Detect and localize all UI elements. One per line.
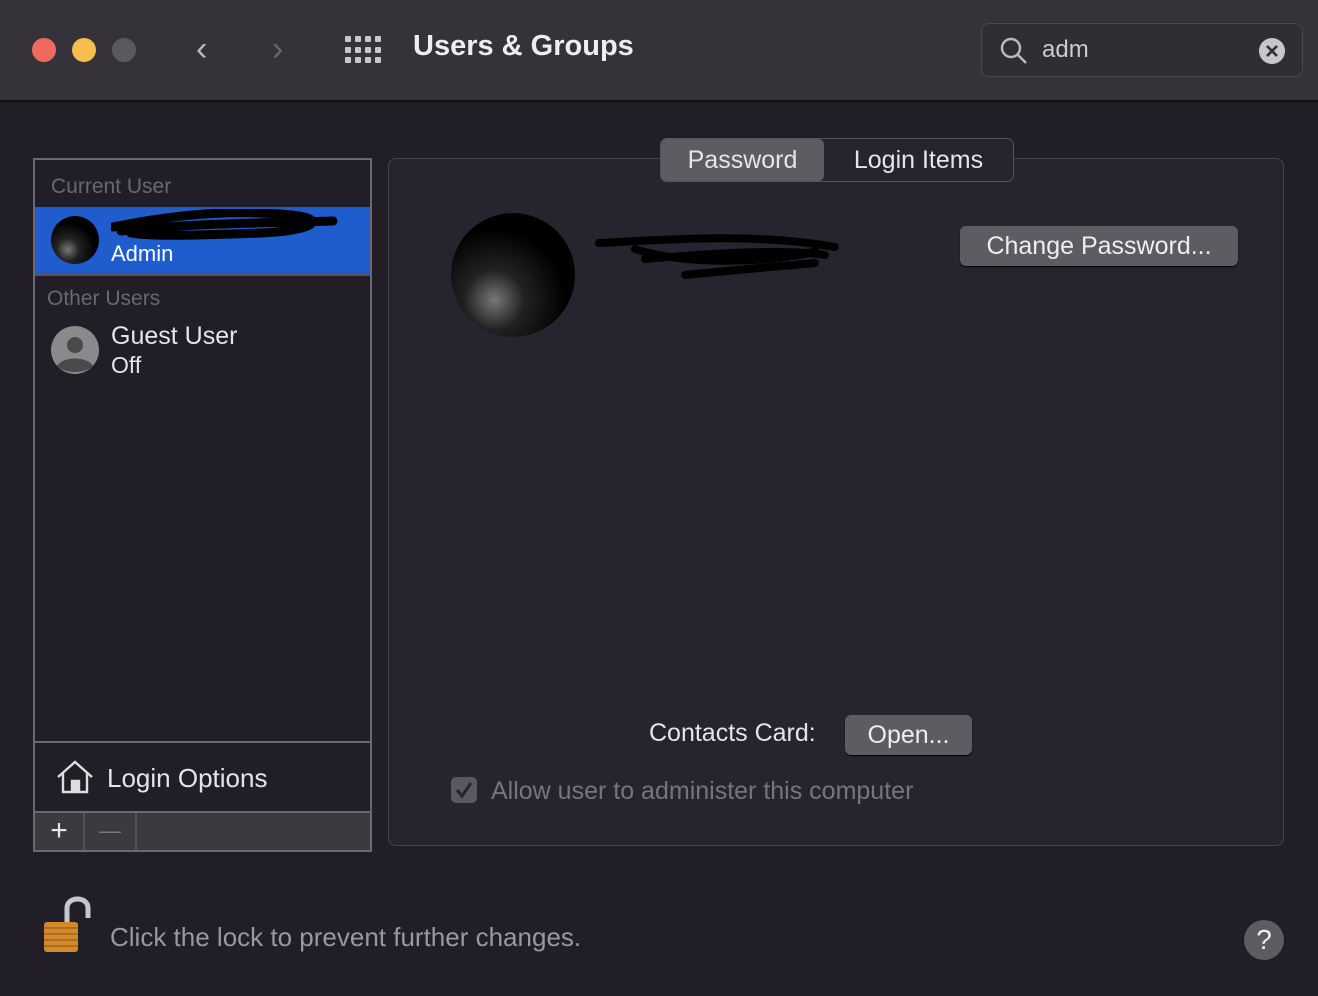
- back-icon[interactable]: ‹: [196, 30, 207, 69]
- zoom-button[interactable]: [112, 38, 136, 62]
- guest-status: Off: [111, 352, 142, 378]
- users-list: Current User Admin Other Users Guest Use…: [33, 158, 372, 852]
- search-field[interactable]: [981, 23, 1303, 77]
- list-toolbar: + —: [35, 811, 370, 850]
- tab-bar: Password Login Items: [660, 138, 1014, 182]
- contacts-card-label: Contacts Card:: [649, 719, 816, 747]
- search-icon: [1000, 37, 1027, 64]
- show-all-grid-icon[interactable]: [345, 36, 383, 64]
- user-detail-panel: Change Password... Contacts Card: Open..…: [388, 158, 1284, 846]
- other-users-header: Other Users: [47, 287, 161, 310]
- guest-name: Guest User: [111, 322, 238, 350]
- forward-icon[interactable]: ›: [272, 30, 283, 69]
- checkmark-icon: [455, 782, 473, 799]
- change-password-button[interactable]: Change Password...: [960, 226, 1238, 266]
- search-input[interactable]: [1042, 36, 1242, 64]
- list-item-guest-user[interactable]: Guest User Off: [35, 318, 370, 382]
- guest-avatar-icon: [51, 326, 99, 374]
- unlocked-padlock-icon[interactable]: [42, 894, 92, 958]
- clear-search-icon[interactable]: [1259, 38, 1285, 64]
- minimize-button[interactable]: [72, 38, 96, 62]
- add-user-button[interactable]: +: [35, 813, 85, 850]
- login-options-label: Login Options: [107, 763, 268, 793]
- help-button[interactable]: ?: [1244, 920, 1284, 960]
- current-user-header: Current User: [51, 175, 172, 198]
- lock-message: Click the lock to prevent further change…: [110, 922, 582, 952]
- user-avatar[interactable]: [451, 213, 575, 337]
- list-item-current-user[interactable]: Admin: [35, 207, 370, 276]
- window-title: Users & Groups: [413, 30, 634, 62]
- avatar: [51, 216, 99, 264]
- remove-user-button[interactable]: —: [85, 813, 137, 850]
- tab-password[interactable]: Password: [661, 139, 824, 181]
- title-bar: ‹ › Users & Groups: [0, 0, 1318, 102]
- admin-checkbox-label: Allow user to administer this computer: [491, 777, 914, 805]
- redacted-name: [111, 209, 338, 240]
- tab-login-items[interactable]: Login Items: [824, 139, 1013, 181]
- open-contacts-button[interactable]: Open...: [845, 715, 972, 755]
- house-icon: [57, 760, 93, 794]
- user-role: Admin: [111, 241, 174, 266]
- login-options[interactable]: Login Options: [35, 741, 370, 811]
- close-button[interactable]: [32, 38, 56, 62]
- redacted-full-name: [595, 234, 839, 279]
- admin-checkbox[interactable]: [451, 777, 477, 803]
